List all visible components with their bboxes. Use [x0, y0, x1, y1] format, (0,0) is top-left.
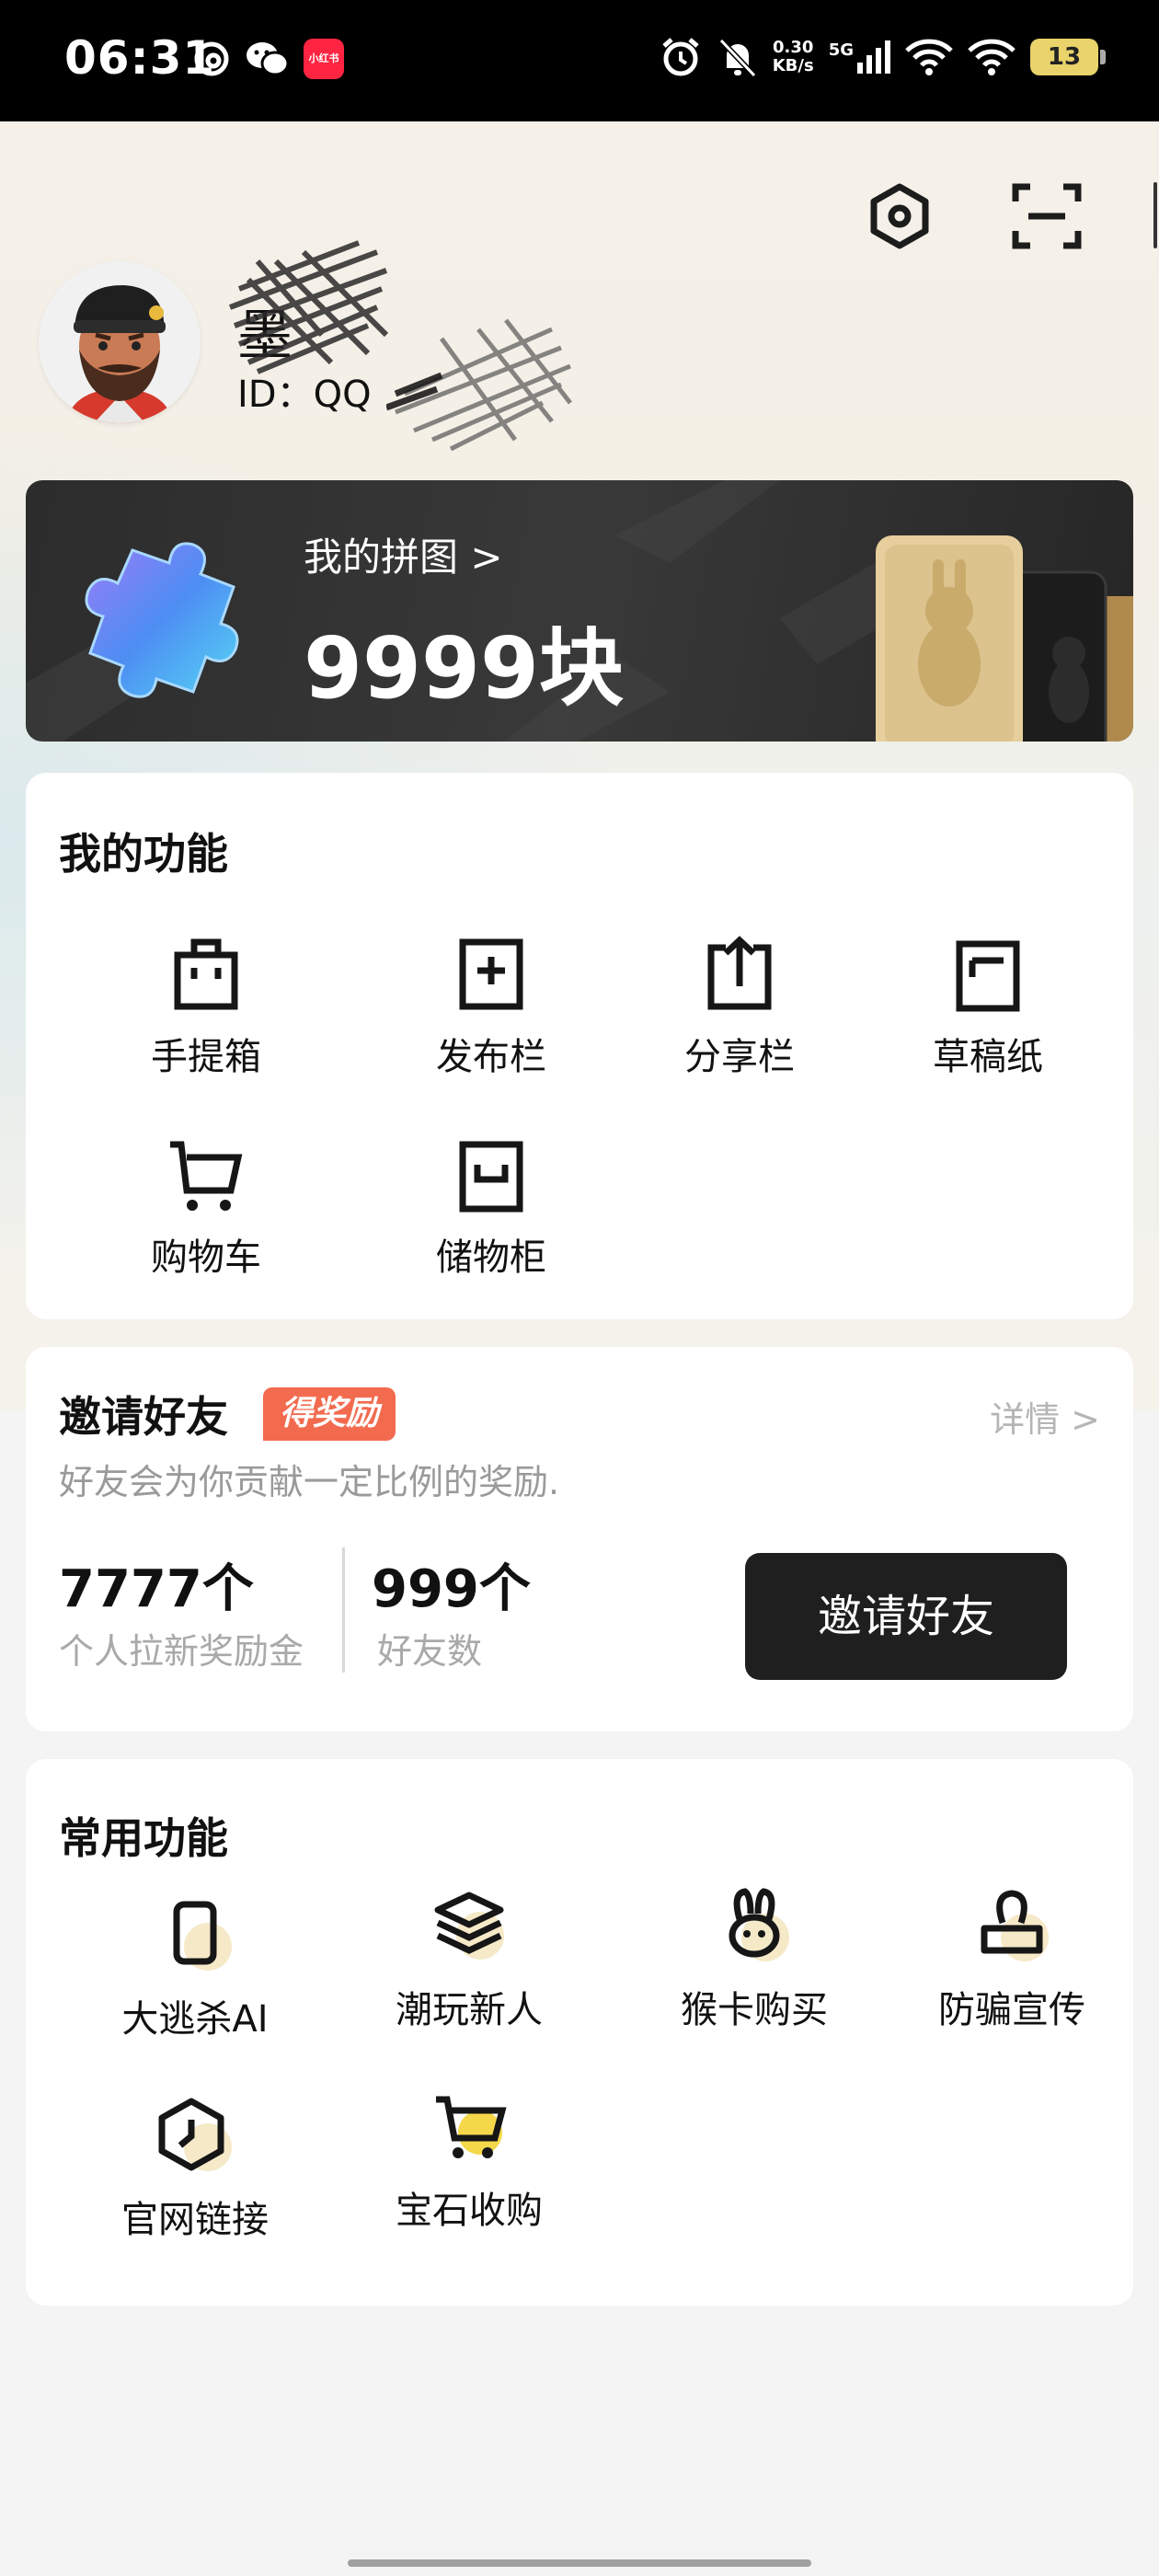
- common-item-anti-fraud[interactable]: 防骗宣传: [883, 1882, 1141, 2033]
- locker-icon: [459, 1141, 523, 1213]
- draft-icon: [956, 940, 1020, 1012]
- side-edge-marker: [1153, 182, 1157, 248]
- common-functions-card: 常用功能 大逃杀AI 潮玩新人 猴卡购买 防骗宣传 官网链接 宝石收购: [26, 1759, 1133, 2306]
- my-puzzle-link[interactable]: 我的拼图 >: [304, 526, 503, 582]
- stamp-icon: [981, 1890, 1049, 1961]
- network-speed: 0.30 KB/s: [772, 38, 814, 75]
- phone-icon: [173, 1901, 232, 1971]
- function-item-share[interactable]: 分享栏: [638, 935, 841, 1080]
- alarm-icon: [662, 38, 699, 76]
- common-item-card-purchase[interactable]: 猴卡购买: [625, 1882, 883, 2033]
- collectible-cards-art: [876, 535, 1133, 742]
- bunny-icon: [729, 1888, 789, 1961]
- common-item-label: 潮玩新人: [396, 1989, 543, 2031]
- stat-divider: [342, 1547, 345, 1673]
- cart-icon: [170, 1141, 243, 1211]
- avatar-character-icon: [39, 261, 201, 423]
- function-item-label: 分享栏: [684, 1036, 795, 1078]
- function-item-label: 发布栏: [436, 1036, 546, 1078]
- friends-count: 999个: [372, 1559, 531, 1619]
- function-item-locker[interactable]: 储物柜: [390, 1135, 592, 1281]
- common-item-ai[interactable]: 大逃杀AI: [66, 1892, 324, 2042]
- invite-friends-button[interactable]: 邀请好友: [745, 1553, 1067, 1680]
- signal-5g: 5G: [829, 40, 890, 74]
- bag-icon: [174, 938, 238, 1010]
- avatar[interactable]: [39, 261, 201, 423]
- reward-label: 个人拉新奖励金: [59, 1631, 304, 1672]
- wifi-icon: [905, 39, 953, 75]
- common-item-gem-buyback[interactable]: 宝石收购: [340, 2083, 598, 2234]
- invite-friends-card: 邀请好友 得奖励 详情 > 好友会为你贡献一定比例的奖励. 7777个 个人拉新…: [26, 1347, 1133, 1731]
- status-system-icons: 0.30 KB/s 5G 13: [659, 35, 1106, 79]
- function-item-label: 手提箱: [151, 1036, 261, 1078]
- common-item-website[interactable]: 官网链接: [66, 2092, 324, 2243]
- my-functions-title: 我的功能: [59, 829, 228, 879]
- common-item-label: 防骗宣传: [938, 1989, 1085, 2031]
- common-item-label: 大逃杀AI: [121, 1998, 269, 2041]
- reward-badge: 得奖励: [263, 1387, 396, 1441]
- mute-bell-icon: [718, 38, 756, 78]
- friends-label: 好友数: [377, 1631, 483, 1672]
- function-item-cart[interactable]: 购物车: [105, 1135, 307, 1281]
- common-item-label: 宝石收购: [396, 2190, 543, 2232]
- puzzle-piece-icon: [85, 542, 239, 698]
- scan-icon[interactable]: [1010, 179, 1084, 253]
- function-item-label: 购物车: [151, 1236, 261, 1279]
- status-notification-icons: 小红书: [191, 39, 344, 79]
- redaction-scribble-name: [228, 240, 389, 374]
- function-item-bag[interactable]: 手提箱: [105, 935, 307, 1080]
- common-item-label: 官网链接: [121, 2199, 269, 2241]
- function-item-label: 储物柜: [436, 1236, 546, 1279]
- invite-detail-link[interactable]: 详情 >: [990, 1391, 1100, 1442]
- reward-amount: 7777个: [59, 1559, 254, 1619]
- status-bar: 06:31 小红书 0.30 KB/s 5G 13: [0, 0, 1159, 121]
- shopping-cart-icon: [436, 2096, 507, 2158]
- common-item-newbie[interactable]: 潮玩新人: [340, 1882, 598, 2033]
- function-item-publish[interactable]: 发布栏: [390, 935, 592, 1080]
- home-indicator[interactable]: [348, 2559, 811, 2567]
- invite-description: 好友会为你贡献一定比例的奖励.: [59, 1462, 560, 1502]
- puzzle-count: 9999块: [304, 619, 625, 718]
- redaction-scribble-id: [386, 318, 572, 452]
- battery-indicator: 13: [1030, 39, 1106, 75]
- my-puzzle-card[interactable]: 我的拼图 > 9999块: [26, 480, 1133, 742]
- function-item-draft[interactable]: 草稿纸: [887, 935, 1089, 1080]
- layers-icon: [434, 1892, 504, 1960]
- invite-title: 邀请好友: [59, 1392, 228, 1442]
- function-item-label: 草稿纸: [933, 1036, 1043, 1078]
- profile-page: 06:31 小红书 0.30 KB/s 5G 13 ID：QQ 我的拼图 > 9…: [0, 0, 1159, 2576]
- wechat-icon: [247, 42, 290, 76]
- clock-hex-icon: [158, 2098, 232, 2171]
- wifi-icon-2: [968, 39, 1016, 75]
- common-functions-title: 常用功能: [59, 1813, 228, 1863]
- share-icon: [707, 936, 772, 1010]
- common-item-label: 猴卡购买: [681, 1989, 828, 2031]
- publish-icon: [459, 938, 523, 1010]
- settings-icon[interactable]: [863, 179, 936, 253]
- swirl-app-icon: [194, 41, 229, 76]
- my-functions-card: 我的功能 手提箱 发布栏 分享栏 草稿纸 购物车 储物柜: [26, 773, 1133, 1319]
- redbook-app-icon: 小红书: [304, 39, 344, 79]
